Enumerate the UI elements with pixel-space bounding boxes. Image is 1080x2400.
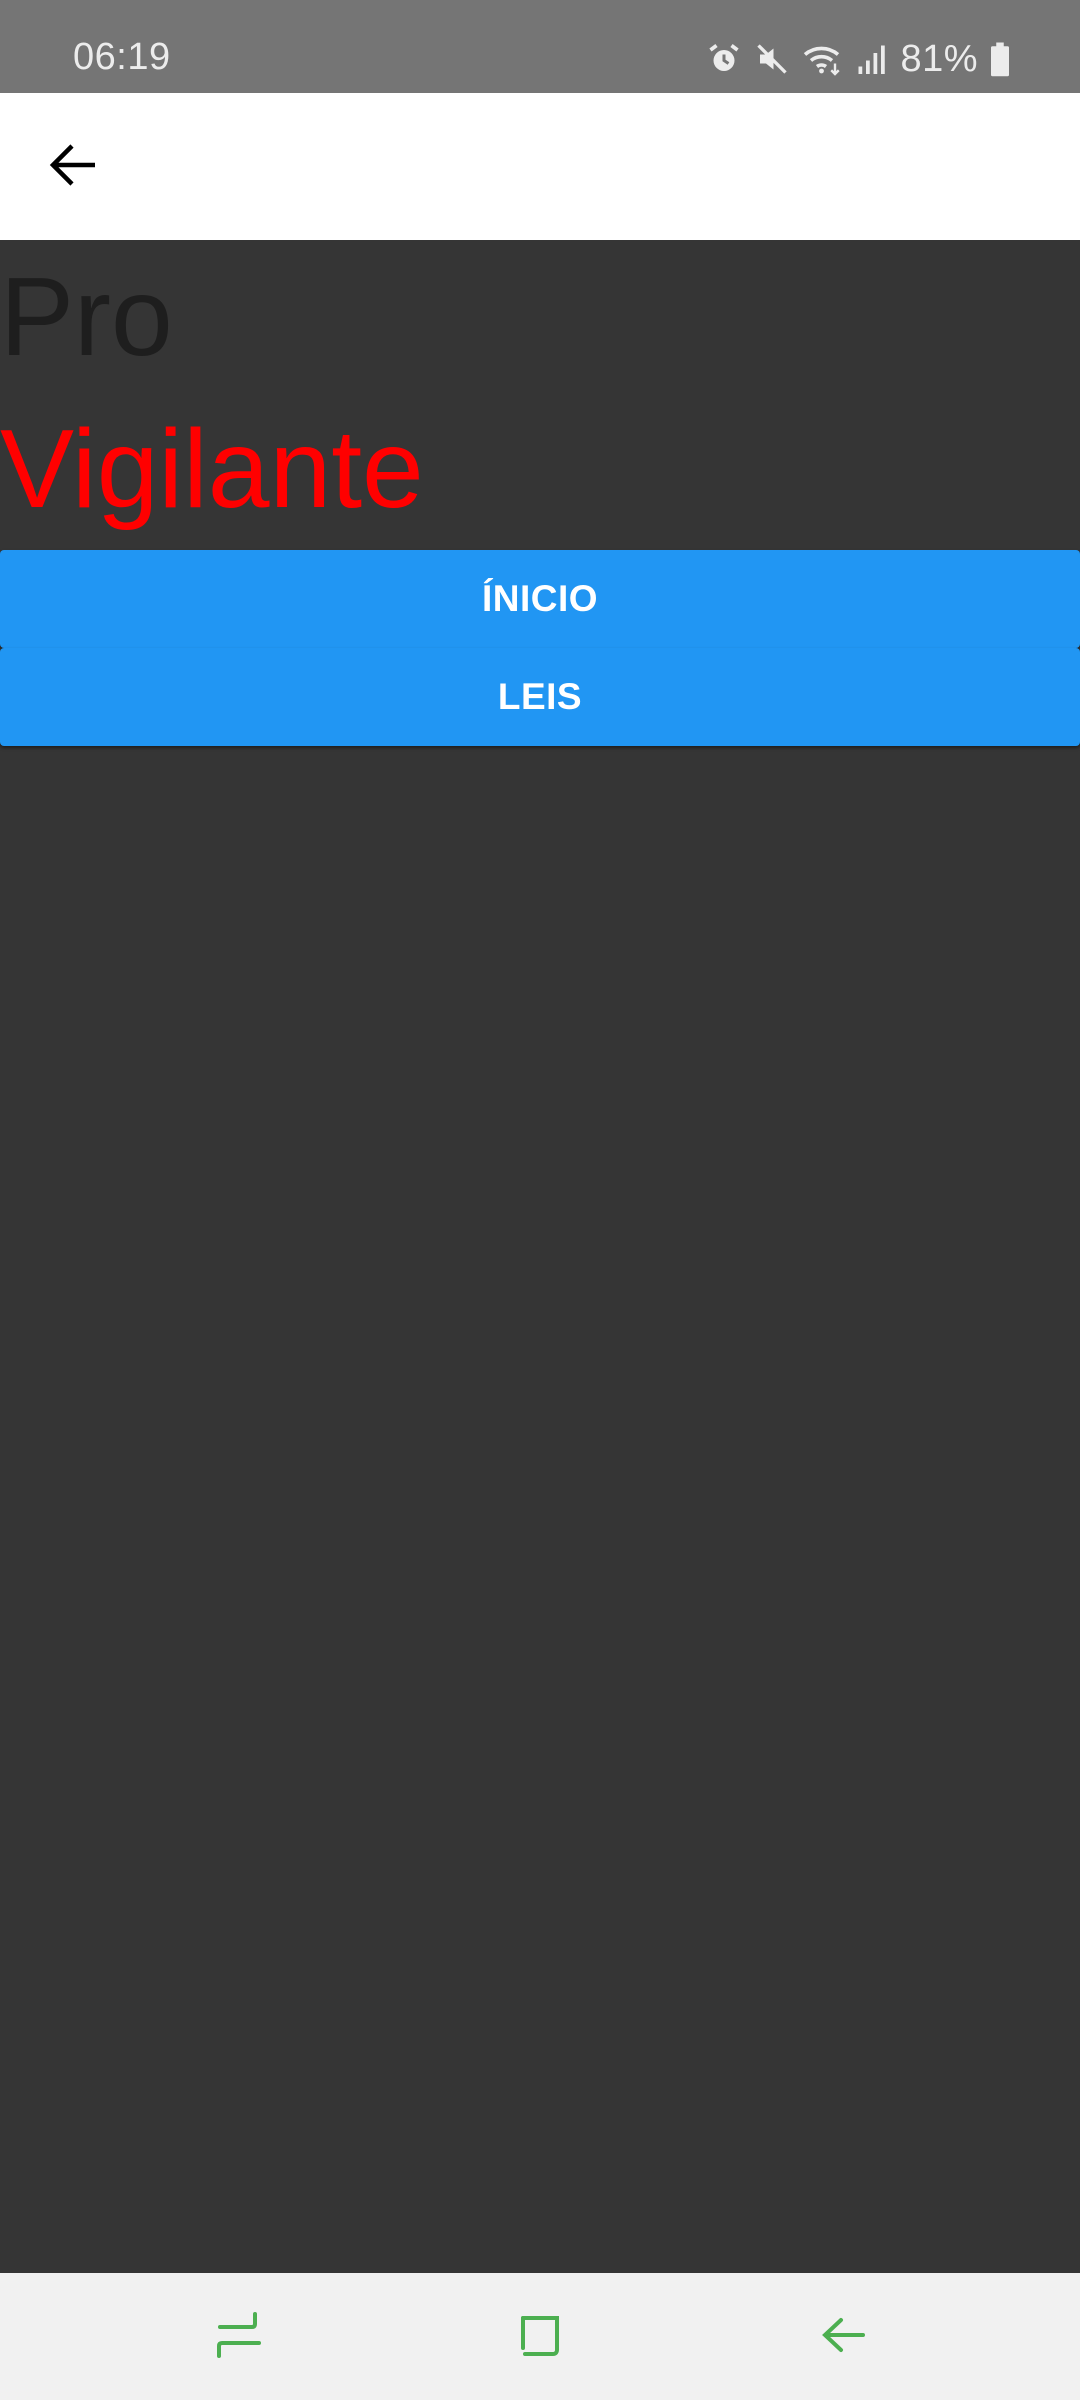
arrow-back-icon [48, 143, 98, 192]
signal-icon [856, 41, 888, 77]
home-icon [517, 2310, 565, 2365]
alarm-icon [706, 41, 742, 77]
app-title-vigilante: Vigilante [0, 407, 424, 531]
status-time: 06:19 [73, 36, 171, 78]
app-title-pro: Pro [0, 255, 173, 379]
back-icon [819, 2310, 867, 2365]
back-button[interactable] [30, 129, 116, 205]
status-icons: 81% [706, 40, 1010, 78]
battery-percentage: 81% [900, 38, 978, 80]
nav-back-button[interactable] [798, 2299, 888, 2375]
leis-button[interactable]: LEIS [0, 648, 1080, 746]
home-button[interactable] [496, 2299, 586, 2375]
inicio-button[interactable]: ÍNICIO [0, 550, 1080, 648]
wifi-icon [802, 41, 844, 77]
main-content: Pro Vigilante ÍNICIO LEIS [0, 240, 1080, 2273]
status-bar: 06:19 81% [0, 0, 1080, 93]
recents-button[interactable] [194, 2299, 284, 2375]
app-bar [0, 93, 1080, 240]
mute-icon [754, 41, 790, 77]
navigation-bar [0, 2273, 1080, 2400]
recents-icon [215, 2310, 263, 2365]
battery-icon [990, 41, 1010, 77]
